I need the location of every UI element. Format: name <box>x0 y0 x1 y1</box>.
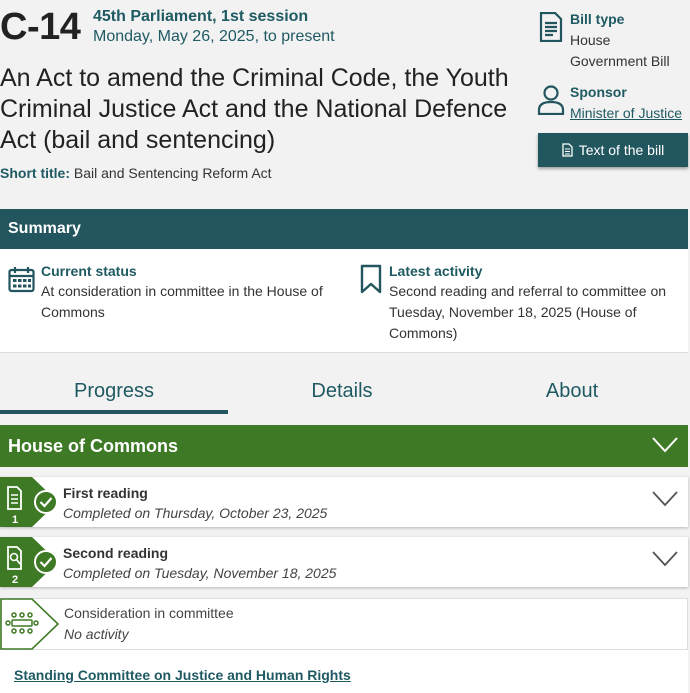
committee-link[interactable]: Standing Committee on Justice and Human … <box>14 667 351 683</box>
chevron-down-icon <box>652 437 678 453</box>
stage-badge: 2 <box>0 537 58 587</box>
tab-about[interactable]: About <box>458 380 686 403</box>
short-title-label: Short title: <box>0 165 70 181</box>
bill-long-title: An Act to amend the Criminal Code, the Y… <box>0 64 509 154</box>
stage-title: Second reading <box>63 545 169 561</box>
session-label: 45th Parliament, 1st session <box>93 8 309 25</box>
stage-title: First reading <box>63 485 148 501</box>
bill-type-chamber: House <box>570 32 611 48</box>
session-dates: Monday, May 26, 2025, to present <box>93 28 335 45</box>
chevron-down-icon <box>652 551 678 567</box>
stage-badge <box>0 598 60 650</box>
bookmark-icon <box>360 264 382 294</box>
stage-status: Completed on Tuesday, November 18, 2025 <box>63 565 337 581</box>
sponsor-link[interactable]: Minister of Justice <box>570 105 682 121</box>
chevron-down-icon <box>652 491 678 507</box>
chamber-label: House of Commons <box>8 436 179 456</box>
stage-title: Consideration in committee <box>64 605 234 621</box>
current-status-label: Current status <box>41 263 137 279</box>
stage-status: No activity <box>64 626 129 642</box>
bill-type-label: Bill type <box>570 11 625 27</box>
tab-progress[interactable]: Progress <box>0 380 228 403</box>
tab-details[interactable]: Details <box>228 380 456 403</box>
bill-type-kind: Government Bill <box>570 53 670 69</box>
text-of-bill-label: Text of the bill <box>578 142 665 158</box>
calendar-icon <box>8 267 35 293</box>
stage-number: 2 <box>12 574 18 586</box>
check-circle-icon <box>34 490 58 514</box>
text-of-bill-button[interactable]: Text of the bill <box>538 133 688 167</box>
bill-number: C-14 <box>0 6 81 48</box>
document-icon <box>539 12 563 42</box>
stage-status: Completed on Thursday, October 23, 2025 <box>63 505 328 521</box>
stage-first-reading[interactable]: 1 First reading Completed on Thursday, O… <box>0 477 688 527</box>
stage-committee: Consideration in committee No activity <box>0 598 688 650</box>
latest-activity-line2: Tuesday, November 18, 2025 (House of <box>389 304 637 320</box>
committee-row: Standing Committee on Justice and Human … <box>0 650 688 693</box>
document-icon <box>562 143 573 157</box>
stage-second-reading[interactable]: 2 Second reading Completed on Tuesday, N… <box>0 537 688 587</box>
house-of-commons-accordion[interactable]: House of Commons <box>0 425 688 467</box>
person-icon <box>537 85 565 115</box>
latest-activity-line3: Commons) <box>389 325 458 341</box>
check-circle-icon <box>34 550 58 574</box>
summary-heading: Summary <box>0 209 688 249</box>
current-status-line1: At consideration in committee in the Hou… <box>41 283 323 299</box>
short-title-value: Bail and Sentencing Reform Act <box>73 165 272 181</box>
summary-panel: Current status At consideration in commi… <box>0 249 688 353</box>
active-tab-indicator <box>0 410 228 414</box>
latest-activity-line1: Second reading and referral to committee… <box>389 283 667 299</box>
current-status-line2: Commons <box>41 304 105 320</box>
stage-number: 1 <box>12 514 18 526</box>
short-title: Short title: Bail and Sentencing Reform … <box>0 165 272 181</box>
sponsor-label: Sponsor <box>570 84 627 100</box>
latest-activity-label: Latest activity <box>389 263 483 279</box>
stage-badge: 1 <box>0 477 58 527</box>
